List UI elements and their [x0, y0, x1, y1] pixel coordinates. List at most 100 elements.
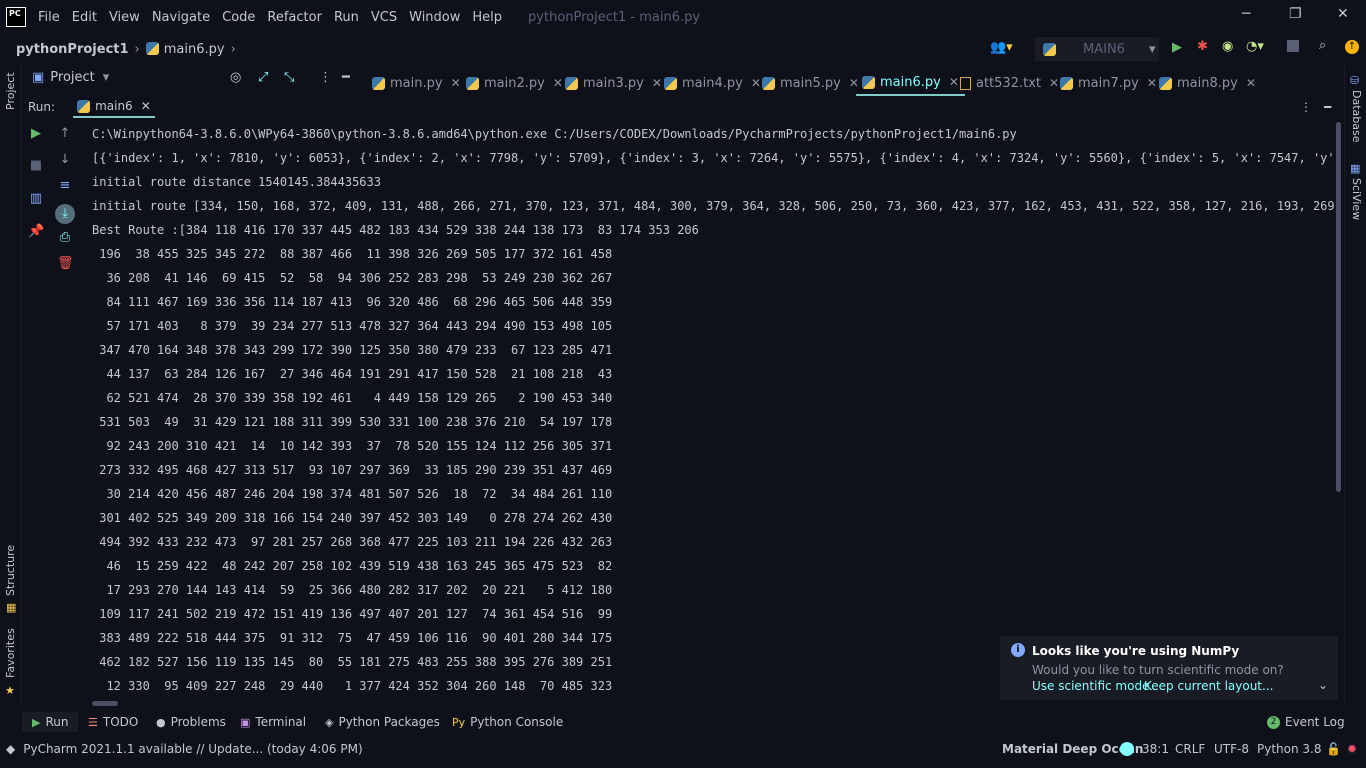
tab-main[interactable]: main.py ✕ — [372, 70, 461, 96]
close-icon[interactable]: ✕ — [751, 76, 761, 90]
run-tab-label: main6 — [95, 99, 133, 113]
side-tab-database[interactable]: Database — [1350, 90, 1363, 143]
rerun-icon[interactable]: ▶ — [28, 126, 44, 142]
console-line: 273 332 495 468 427 313 517 93 107 297 3… — [92, 463, 613, 477]
update-icon[interactable]: ↑ — [1345, 40, 1359, 54]
run-icon: ▶ — [32, 715, 41, 729]
lock-icon[interactable]: 🔓 — [1326, 742, 1341, 756]
python-file-icon — [145, 41, 159, 55]
menu-file[interactable]: File — [38, 10, 60, 25]
tab-main7[interactable]: main7.py ✕ — [1060, 70, 1157, 96]
expand-icon[interactable]: ⤢ — [258, 70, 268, 85]
debug-icon[interactable]: ✱ — [1197, 39, 1208, 54]
menu-view[interactable]: View — [109, 10, 140, 25]
tab-att532[interactable]: att532.txt ✕ — [960, 70, 1059, 96]
use-scientific-mode-link[interactable]: Use scientific mode — [1032, 679, 1149, 693]
chevron-right-icon: › — [134, 41, 140, 57]
side-tab-structure[interactable]: Structure — [4, 545, 17, 596]
file-encoding[interactable]: UTF-8 — [1214, 742, 1249, 756]
notification-body: Would you like to turn scientific mode o… — [1032, 663, 1284, 677]
window-title: pythonProject1 - main6.py — [528, 9, 701, 25]
tab-main5[interactable]: main5.py ✕ — [762, 70, 859, 96]
tab-main6[interactable]: main6.py ✕ — [856, 70, 965, 96]
vertical-scrollbar[interactable] — [1336, 122, 1341, 492]
menu-vcs[interactable]: VCS — [371, 10, 397, 25]
breadcrumb-file[interactable]: main6.py — [145, 41, 225, 57]
menu-navigate[interactable]: Navigate — [152, 10, 210, 25]
up-arrow-icon[interactable]: ↑ — [57, 126, 73, 142]
close-icon[interactable]: ✕ — [1147, 76, 1157, 90]
tool-problems[interactable]: ● Problems — [156, 715, 226, 729]
close-button[interactable]: ✕ — [1337, 6, 1349, 22]
update-status[interactable]: PyCharm 2021.1.1 available // Update... … — [23, 742, 362, 756]
chevron-down-icon[interactable]: ▾ — [103, 70, 110, 85]
stop-icon[interactable]: ■ — [28, 158, 44, 174]
tool-python-console[interactable]: Py Python Console — [452, 715, 563, 729]
run-tab-main6[interactable]: main6 ✕ — [73, 96, 155, 118]
restore-button[interactable]: ❐ — [1289, 6, 1302, 22]
console-line: 30 214 420 456 487 246 204 198 374 481 5… — [92, 487, 613, 501]
scroll-to-end-icon[interactable]: ⤓ — [55, 204, 75, 224]
stop-icon[interactable] — [1287, 40, 1299, 52]
breadcrumb-project[interactable]: pythonProject1 — [16, 42, 129, 57]
profile-icon[interactable]: ◔▾ — [1246, 39, 1264, 54]
horizontal-scrollbar[interactable] — [92, 701, 118, 706]
menu-run[interactable]: Run — [334, 10, 359, 25]
trash-icon[interactable]: 🗑 — [57, 256, 74, 272]
user-icon[interactable]: 👥▾ — [990, 40, 1013, 55]
more-options-icon[interactable]: ⋮ — [319, 70, 332, 85]
hide-icon[interactable]: ━ — [1324, 100, 1331, 114]
project-panel-label[interactable]: Project — [50, 70, 94, 85]
chevron-down-icon[interactable]: ⌄ — [1318, 678, 1328, 692]
target-icon[interactable]: ◎ — [230, 70, 241, 85]
print-icon[interactable]: ⎙ — [57, 230, 73, 246]
right-tool-strip: Database SciView ⛁ ▦ — [1344, 64, 1366, 704]
hide-icon[interactable]: ━ — [342, 70, 350, 85]
tool-event-log[interactable]: 2 Event Log — [1267, 715, 1345, 729]
python-interpreter[interactable]: Python 3.8 — [1257, 742, 1322, 756]
more-options-icon[interactable]: ⋮ — [1300, 100, 1312, 114]
menu-refactor[interactable]: Refactor — [267, 10, 322, 25]
side-tab-favorites[interactable]: Favorites — [4, 628, 17, 678]
console-output[interactable]: C:\Winpython64-3.8.6.0\WPy64-3860\python… — [92, 122, 1336, 702]
side-tab-project[interactable]: Project — [4, 72, 17, 110]
console-line: initial route distance 1540145.384435633 — [92, 175, 381, 189]
line-separator[interactable]: CRLF — [1175, 742, 1205, 756]
tab-main8[interactable]: main8.py ✕ — [1159, 70, 1256, 96]
minimize-button[interactable]: ─ — [1242, 6, 1250, 22]
close-icon[interactable]: ✕ — [1049, 76, 1059, 90]
tool-python-packages[interactable]: ◈ Python Packages — [325, 715, 440, 729]
close-icon[interactable]: ✕ — [652, 76, 662, 90]
down-arrow-icon[interactable]: ↓ — [57, 152, 73, 168]
close-icon[interactable]: ✕ — [1246, 76, 1256, 90]
search-icon[interactable]: ⌕ — [1319, 38, 1326, 53]
menu-code[interactable]: Code — [222, 10, 255, 25]
soft-wrap-icon[interactable]: ≡ — [57, 178, 73, 194]
close-icon[interactable]: ✕ — [141, 99, 151, 113]
layout-icon[interactable]: ▥ — [28, 191, 44, 207]
run-button[interactable]: ▶ — [1172, 40, 1182, 55]
bug-icon[interactable]: ✹ — [1347, 742, 1357, 756]
close-icon[interactable]: ✕ — [451, 76, 461, 90]
tool-todo[interactable]: ☰ TODO — [88, 715, 138, 729]
tool-run[interactable]: ▶ Run — [22, 712, 79, 732]
keep-current-layout-link[interactable]: Keep current layout... — [1144, 679, 1273, 693]
tab-main2[interactable]: main2.py ✕ — [466, 70, 563, 96]
menu-window[interactable]: Window — [409, 10, 460, 25]
close-icon[interactable]: ✕ — [553, 76, 563, 90]
status-bar: ◆ PyCharm 2021.1.1 available // Update..… — [0, 737, 1366, 761]
side-tab-sciview[interactable]: SciView — [1350, 178, 1363, 220]
terminal-icon: ▣ — [240, 715, 251, 729]
coverage-icon[interactable]: ◉ — [1222, 39, 1233, 54]
menu-help[interactable]: Help — [472, 10, 502, 25]
tool-terminal[interactable]: ▣ Terminal — [240, 715, 306, 729]
tab-main3[interactable]: main3.py ✕ — [565, 70, 662, 96]
pin-icon[interactable]: 📌 — [28, 224, 44, 240]
collapse-icon[interactable]: ⤡ — [284, 70, 294, 85]
caret-position[interactable]: 38:1 — [1142, 742, 1169, 756]
star-icon: ★ — [5, 684, 15, 697]
menu-edit[interactable]: Edit — [72, 10, 97, 25]
close-icon[interactable]: ✕ — [949, 75, 959, 89]
tab-main4[interactable]: main4.py ✕ — [664, 70, 761, 96]
run-config-select[interactable]: MAIN6 ▾ — [1035, 37, 1159, 61]
